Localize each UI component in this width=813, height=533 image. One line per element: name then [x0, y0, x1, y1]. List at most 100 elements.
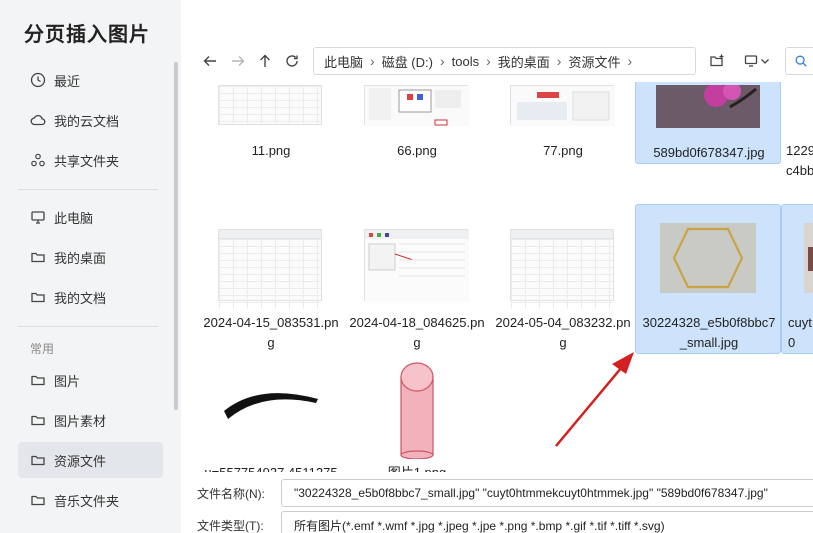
chevron-right-icon: ›	[370, 53, 375, 69]
file-tile[interactable]: 2024-04-18_084625.png	[343, 204, 489, 354]
breadcrumb-item[interactable]: 我的桌面	[498, 52, 550, 71]
folder-icon	[30, 249, 46, 265]
chevron-right-icon: ›	[627, 53, 633, 69]
share-icon	[30, 152, 46, 168]
computer-icon	[30, 209, 46, 225]
folder-icon	[30, 372, 46, 388]
chevron-right-icon: ›	[439, 53, 445, 69]
file-name: 589bd0f678347.jpg	[653, 145, 765, 160]
file-name: cuyt0	[788, 315, 812, 350]
forward-button[interactable]	[227, 50, 249, 72]
chevron-right-icon: ›	[486, 53, 491, 69]
breadcrumb[interactable]: 此电脑 › 磁盘 (D:) › tools › 我的桌面 › 资源文件 ›	[313, 47, 696, 75]
sidebar-item-label: 音乐文件夹	[54, 493, 120, 509]
file-tile[interactable]: 2024-05-04_083232.png	[489, 204, 635, 354]
file-name: 图片1.png	[344, 463, 490, 472]
file-thumbnail	[804, 223, 813, 293]
file-tile[interactable]: 2024-04-15_083531.png	[197, 204, 343, 354]
up-button[interactable]	[254, 50, 276, 72]
refresh-button[interactable]	[281, 50, 303, 72]
sidebar-item-recent[interactable]: 最近	[18, 62, 163, 98]
file-tile[interactable]: 图片1.png	[343, 358, 489, 472]
file-name: 66.png	[397, 143, 437, 158]
gold-hexagon-photo	[660, 223, 756, 293]
cloud-icon	[30, 112, 46, 128]
file-thumbnail	[218, 229, 322, 309]
sidebar-divider	[18, 189, 158, 190]
file-tile[interactable]: 77.png	[489, 82, 635, 164]
file-thumbnail	[364, 229, 469, 302]
refresh-icon	[286, 55, 298, 67]
breadcrumb-item[interactable]: 磁盘 (D:)	[382, 52, 433, 71]
sidebar-item-label: 资源文件	[54, 453, 107, 469]
toolbar: 此电脑 › 磁盘 (D:) › tools › 我的桌面 › 资源文件 ›	[181, 40, 813, 82]
sidebar-item-label: 最近	[54, 73, 81, 89]
arrow-up-icon	[260, 54, 270, 67]
file-tile[interactable]: 11.png	[197, 82, 343, 164]
file-name: 1229c4bb	[786, 143, 813, 178]
chevron-down-icon	[761, 59, 769, 64]
sidebar-item-pictures[interactable]: 图片	[18, 362, 163, 398]
view-mode-button[interactable]	[741, 50, 773, 72]
file-tile[interactable]: 66.png	[343, 82, 489, 164]
file-tile-selected[interactable]: 30224328_e5b0f8bbc7_small.jpg	[635, 204, 781, 354]
screenshot-image	[365, 230, 469, 302]
file-name: 2024-04-15_083531.png	[203, 315, 339, 350]
screenshot-image	[511, 86, 615, 126]
brush-stroke-image	[224, 393, 318, 419]
breadcrumb-item[interactable]: 此电脑	[324, 52, 363, 71]
file-tile[interactable]: u=557754937,4511275	[197, 358, 343, 472]
dialog-title: 分页插入图片	[24, 24, 150, 46]
sidebar-scrollbar[interactable]	[174, 62, 178, 410]
file-name: 11.png	[251, 143, 291, 158]
sidebar-item-documents[interactable]: 我的文档	[18, 279, 163, 315]
filename-row: 文件名称(N): "30224328_e5b0f8bbc7_small.jpg"…	[181, 479, 813, 507]
file-tile-selected[interactable]: 589bd0f678347.jpg	[635, 82, 781, 164]
file-thumbnail	[364, 359, 468, 460]
file-name: 2024-05-04_083232.png	[495, 315, 631, 350]
arrow-left-icon	[203, 56, 216, 66]
monitor-icon	[744, 55, 758, 67]
file-thumbnail	[510, 229, 614, 309]
file-tile[interactable]: 1229c4bb	[781, 82, 813, 178]
folder-icon	[30, 492, 46, 508]
search-input[interactable]	[785, 47, 813, 75]
screenshot-image	[365, 86, 469, 126]
breadcrumb-item[interactable]: 资源文件	[568, 52, 620, 71]
search-icon	[795, 55, 807, 67]
sidebar: 分页插入图片 最近 我的云文档 共享文件夹 此电脑 我的桌面 我的文档 常用 图…	[0, 0, 181, 533]
new-folder-button[interactable]	[706, 50, 728, 72]
arrow-right-icon	[232, 56, 245, 66]
filetype-select[interactable]: 所有图片(*.emf *.wmf *.jpg *.jpeg *.jpe *.pn…	[281, 511, 813, 533]
filetype-row: 文件类型(T): 所有图片(*.emf *.wmf *.jpg *.jpeg *…	[181, 511, 813, 533]
file-grid: 11.png 66.png 77.png 589bd0f678347.jpg 1…	[181, 82, 813, 472]
sidebar-divider	[18, 326, 158, 327]
back-button[interactable]	[199, 50, 221, 72]
folder-icon	[30, 452, 46, 468]
folder-icon	[30, 289, 46, 305]
sidebar-item-label: 共享文件夹	[54, 153, 120, 169]
sidebar-item-cloud-docs[interactable]: 我的云文档	[18, 102, 163, 138]
file-thumbnail	[656, 85, 760, 128]
sidebar-item-label: 我的文档	[54, 290, 107, 306]
sidebar-item-picture-materials[interactable]: 图片素材	[18, 402, 163, 438]
filename-label: 文件名称(N):	[197, 487, 265, 501]
file-name: u=557754937,4511275	[198, 463, 344, 472]
sidebar-section-common: 常用	[30, 342, 55, 356]
sidebar-item-this-pc[interactable]: 此电脑	[18, 199, 163, 235]
file-tile-selected[interactable]: cuyt0	[781, 204, 813, 354]
sidebar-item-label: 图片	[54, 373, 81, 389]
sidebar-item-desktop[interactable]: 我的桌面	[18, 239, 163, 275]
flower-photo	[656, 85, 760, 128]
sidebar-item-music-folder[interactable]: 音乐文件夹	[18, 482, 163, 518]
file-name: 2024-04-18_084625.png	[349, 315, 485, 350]
file-thumbnail	[364, 85, 469, 126]
breadcrumb-item[interactable]: tools	[452, 54, 479, 69]
filename-input[interactable]: "30224328_e5b0f8bbc7_small.jpg" "cuyt0ht…	[281, 479, 813, 507]
clock-icon	[30, 72, 46, 88]
file-thumbnail	[660, 223, 756, 293]
sidebar-item-label: 我的桌面	[54, 250, 107, 266]
sidebar-item-resource-files[interactable]: 资源文件	[18, 442, 163, 478]
chevron-right-icon: ›	[556, 53, 562, 69]
sidebar-item-shared-folder[interactable]: 共享文件夹	[18, 142, 163, 178]
